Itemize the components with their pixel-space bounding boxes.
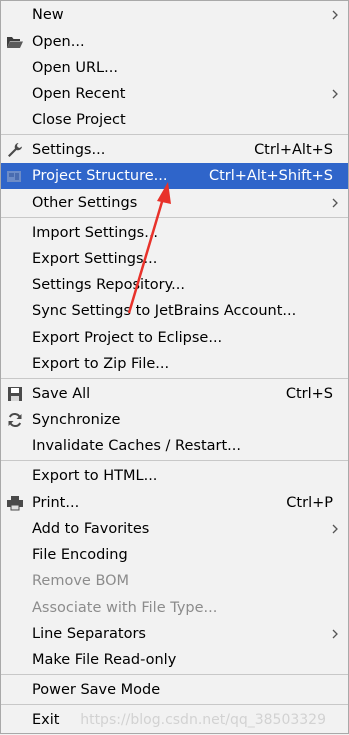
menu-item-label: Remove BOM [32, 573, 130, 589]
menu-item-label: Invalidate Caches / Restart... [32, 438, 241, 454]
menu-item-label: Settings... [32, 142, 106, 158]
menu-item-label: Import Settings... [32, 225, 159, 241]
menu-item-line-separators[interactable]: Line Separators [1, 621, 348, 647]
menu-item-label: Associate with File Type... [32, 600, 218, 616]
menu-item-associate-file-type: Associate with File Type... [1, 595, 348, 621]
submenu-arrow-icon [332, 10, 338, 20]
shortcut-label: Ctrl+Alt+S [254, 142, 333, 158]
menu-item-label: Open Recent [32, 86, 126, 102]
menu-item-add-favorites[interactable]: Add to Favorites [1, 516, 348, 542]
menu-item-export-eclipse[interactable]: Export Project to Eclipse... [1, 325, 348, 351]
menu-item-label: Make File Read-only [32, 652, 177, 668]
menu-item-label: Export Settings... [32, 251, 158, 267]
menu-item-power-save-mode[interactable]: Power Save Mode [1, 677, 348, 703]
menu-separator [1, 460, 348, 461]
menu-item-file-encoding[interactable]: File Encoding [1, 542, 348, 568]
menu-item-remove-bom: Remove BOM [1, 568, 348, 594]
menu-item-label: Save All [32, 386, 91, 402]
wrench-icon [8, 143, 22, 157]
menu-item-open-url[interactable]: Open URL... [1, 55, 348, 81]
menu-separator [1, 134, 348, 135]
menu-item-label: Other Settings [32, 195, 138, 211]
menu-item-open-recent[interactable]: Open Recent [1, 81, 348, 107]
menu-item-label: Add to Favorites [32, 521, 150, 537]
menu-item-make-read-only[interactable]: Make File Read-only [1, 647, 348, 673]
menu-item-export-zip[interactable]: Export to Zip File... [1, 351, 348, 377]
menu-item-project-structure[interactable]: Project Structure... Ctrl+Alt+Shift+S [1, 163, 348, 189]
menu-item-label: Close Project [32, 112, 126, 128]
save-icon [8, 387, 22, 401]
menu-item-close-project[interactable]: Close Project [1, 107, 348, 133]
submenu-arrow-icon [332, 524, 338, 534]
menu-item-label: Open URL... [32, 60, 118, 76]
menu-item-label: Line Separators [32, 626, 146, 642]
shortcut-label: Ctrl+Alt+Shift+S [208, 168, 333, 184]
menu-item-sync-settings[interactable]: Sync Settings to JetBrains Account... [1, 298, 348, 324]
folder-open-icon [7, 37, 23, 48]
menu-item-settings-repository[interactable]: Settings Repository... [1, 272, 348, 298]
shortcut-label: Ctrl+S [285, 386, 333, 402]
menu-item-new[interactable]: New [1, 2, 348, 28]
menu-item-label: New [32, 7, 64, 23]
menu-item-label: Project Structure... [32, 168, 168, 184]
menu-item-label: Settings Repository... [32, 277, 185, 293]
menu-item-label: Synchronize [32, 412, 121, 428]
menu-item-label: Exit [32, 712, 60, 728]
menu-item-label: Open... [32, 34, 85, 50]
menu-item-import-settings[interactable]: Import Settings... [1, 220, 348, 246]
menu-item-label: Export Project to Eclipse... [32, 330, 223, 346]
submenu-arrow-icon [332, 89, 338, 99]
menu-item-label: Export to Zip File... [32, 356, 170, 372]
shortcut-label: Ctrl+P [286, 495, 333, 511]
file-menu: New Open... Open URL... Open Recent Clos… [0, 0, 349, 734]
refresh-icon [8, 413, 22, 427]
menu-item-invalidate-caches[interactable]: Invalidate Caches / Restart... [1, 433, 348, 459]
menu-item-save-all[interactable]: Save All Ctrl+S [1, 381, 348, 407]
menu-separator [1, 704, 348, 705]
menu-item-label: Power Save Mode [32, 682, 161, 698]
menu-separator [1, 674, 348, 675]
menu-item-export-html[interactable]: Export to HTML... [1, 463, 348, 489]
submenu-arrow-icon [332, 198, 338, 208]
menu-item-settings[interactable]: Settings... Ctrl+Alt+S [1, 137, 348, 163]
menu-item-export-settings[interactable]: Export Settings... [1, 246, 348, 272]
submenu-arrow-icon [332, 629, 338, 639]
menu-item-label: File Encoding [32, 547, 128, 563]
menu-separator [1, 217, 348, 218]
menu-separator [1, 378, 348, 379]
menu-item-open[interactable]: Open... [1, 29, 348, 55]
menu-item-print[interactable]: Print... Ctrl+P [1, 490, 348, 516]
menu-item-label: Print... [32, 495, 80, 511]
watermark: https://blog.csdn.net/qq_38503329 [80, 712, 326, 728]
menu-item-label: Sync Settings to JetBrains Account... [32, 303, 297, 319]
printer-icon [7, 496, 23, 511]
menu-item-synchronize[interactable]: Synchronize [1, 407, 348, 433]
project-structure-icon [7, 171, 21, 182]
menu-item-other-settings[interactable]: Other Settings [1, 190, 348, 216]
menu-item-label: Export to HTML... [32, 468, 158, 484]
